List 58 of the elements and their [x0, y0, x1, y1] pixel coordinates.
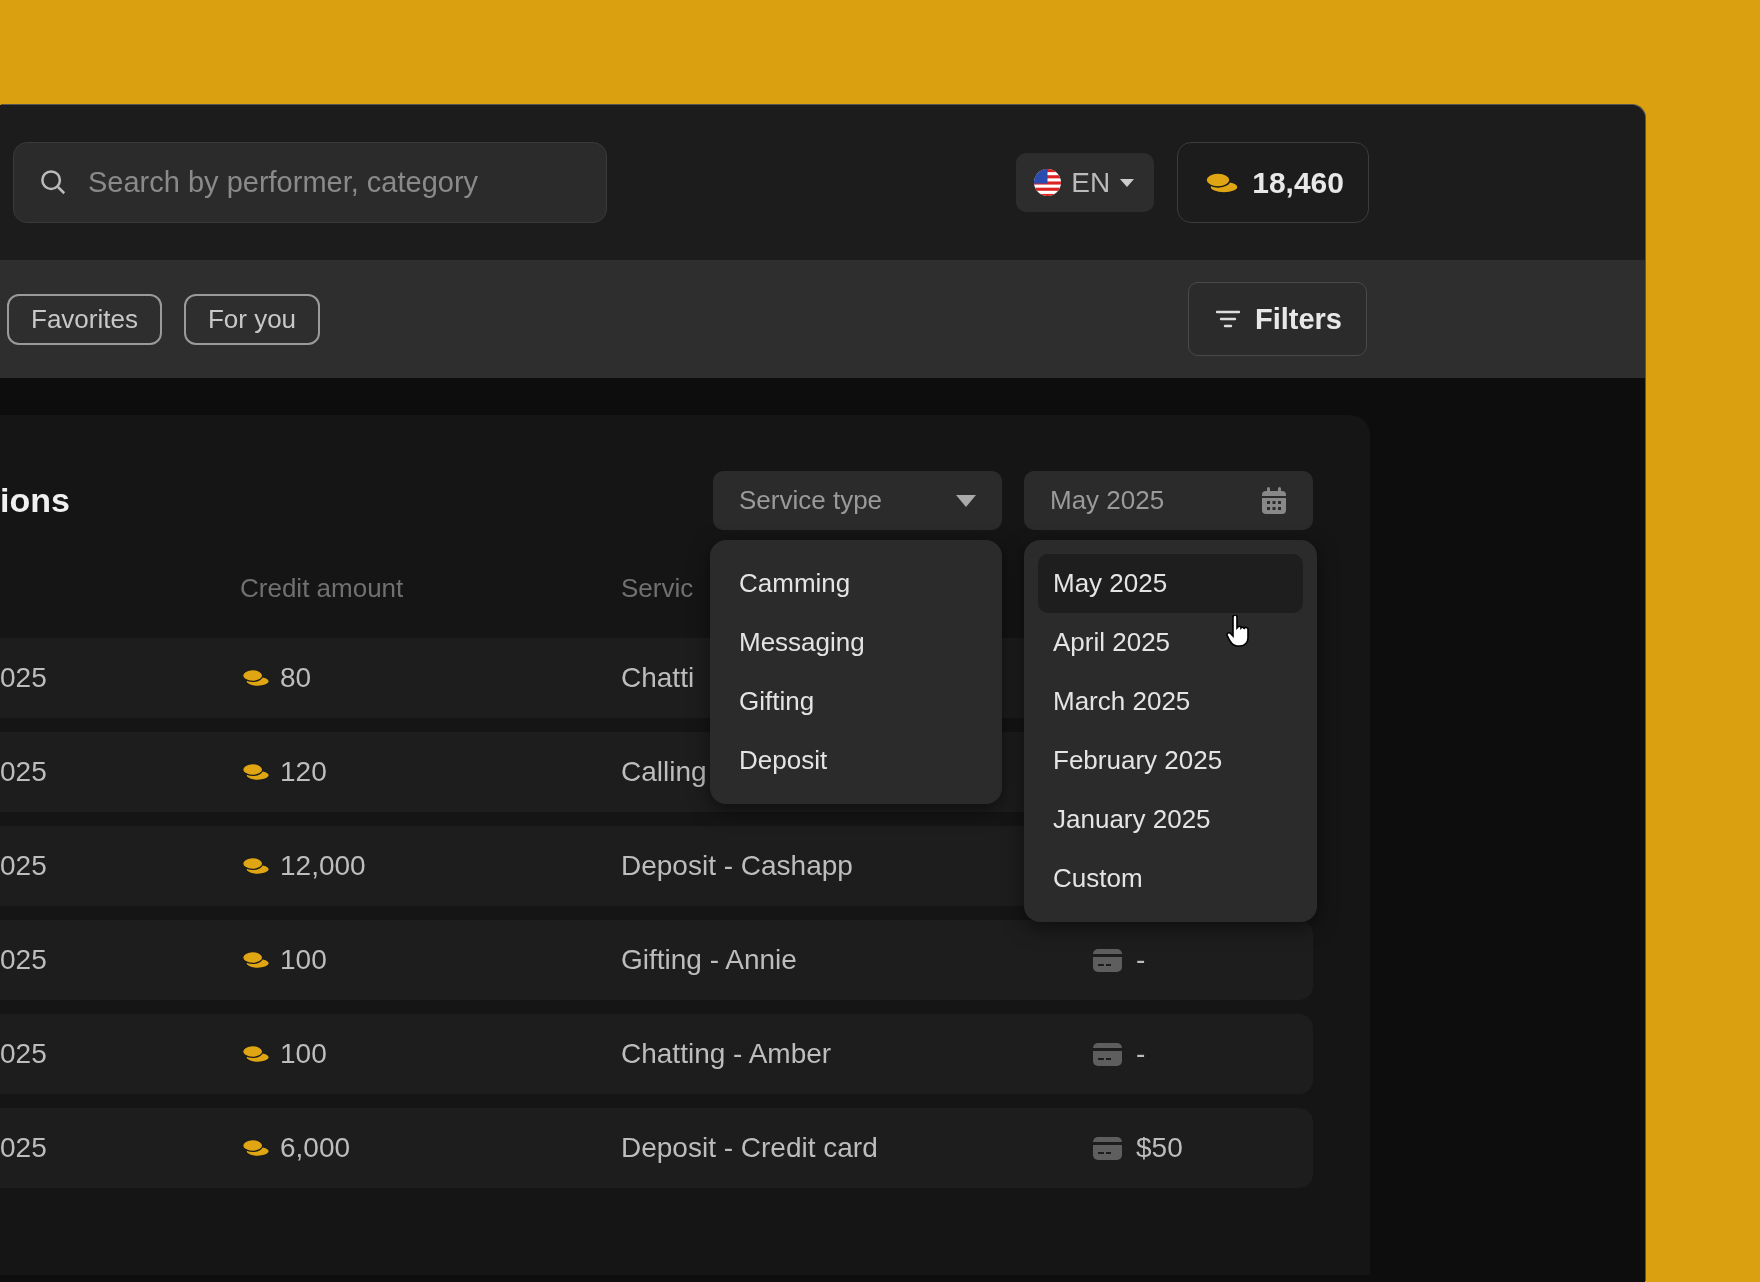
- menu-item[interactable]: May 2025: [1038, 554, 1303, 613]
- credit-amount: 100: [280, 944, 327, 976]
- caret-icon: [956, 494, 976, 507]
- payment-amount: $50: [1136, 1132, 1183, 1164]
- calendar-icon: [1261, 486, 1287, 515]
- menu-item[interactable]: January 2025: [1038, 790, 1303, 849]
- service-name: Gifting - Annie: [621, 944, 797, 975]
- caret-icon: [1120, 178, 1135, 187]
- payment-amount: -: [1136, 944, 1146, 976]
- service-name: Chatti: [621, 662, 695, 693]
- filter-chip[interactable]: For you: [183, 293, 321, 345]
- coins-icon: [1204, 170, 1241, 195]
- coins-icon: [240, 856, 272, 876]
- coins-icon: [240, 1044, 272, 1064]
- date-picker[interactable]: May 2025: [1024, 471, 1313, 530]
- coins-icon: [240, 762, 272, 782]
- balance-amount: 18,460: [1252, 165, 1344, 200]
- service-name: Deposit - Cashapp: [621, 850, 853, 881]
- table-cell: 025: [0, 944, 47, 976]
- service-name: Calling: [621, 756, 707, 787]
- menu-item[interactable]: Gifting: [724, 672, 988, 731]
- menu-item[interactable]: Custom: [1038, 849, 1303, 908]
- hand-cursor-icon: [1226, 615, 1252, 647]
- menu-item[interactable]: Deposit: [724, 731, 988, 790]
- menu-item[interactable]: March 2025: [1038, 672, 1303, 731]
- service-name: Chatting - Amber: [621, 1038, 832, 1069]
- language-selector[interactable]: EN: [1016, 153, 1155, 212]
- coins-icon: [240, 950, 272, 970]
- credit-amount: 80: [280, 662, 312, 694]
- credit-amount: 6,000: [280, 1132, 351, 1164]
- filter-icon: [1214, 309, 1241, 329]
- table-cell: 025: [0, 1132, 47, 1164]
- panel-title: ions: [0, 481, 71, 520]
- flag-icon: [1034, 169, 1062, 196]
- filters-button[interactable]: Filters: [1187, 282, 1367, 356]
- table-cell: 025: [0, 850, 47, 882]
- payment-amount: -: [1136, 1038, 1146, 1070]
- column-header: Servic: [621, 572, 694, 603]
- table-cell: 025: [0, 1038, 47, 1070]
- menu-item[interactable]: February 2025: [1038, 731, 1303, 790]
- menu-item[interactable]: Camming: [724, 554, 988, 613]
- table-cell: 025: [0, 756, 47, 788]
- credit-amount: 100: [280, 1038, 327, 1070]
- search-field[interactable]: Search by performer, category: [13, 142, 607, 223]
- menu-item[interactable]: April 2025: [1038, 613, 1303, 672]
- service-name: Deposit - Credit card: [621, 1132, 878, 1163]
- credit-card-icon: [1093, 1042, 1122, 1066]
- filter-chip[interactable]: Favorites: [7, 293, 162, 345]
- credit-card-icon: [1093, 1136, 1122, 1160]
- coins-icon: [240, 668, 272, 688]
- column-header: Credit amount: [240, 572, 404, 604]
- coins-icon: [240, 1138, 272, 1158]
- menu-item[interactable]: Messaging: [724, 613, 988, 672]
- credit-card-icon: [1093, 948, 1122, 972]
- credit-amount: 120: [280, 756, 327, 788]
- credit-amount: 12,000: [280, 850, 366, 882]
- service-type-dropdown[interactable]: Service type: [713, 471, 1002, 530]
- table-cell: 025: [0, 662, 47, 694]
